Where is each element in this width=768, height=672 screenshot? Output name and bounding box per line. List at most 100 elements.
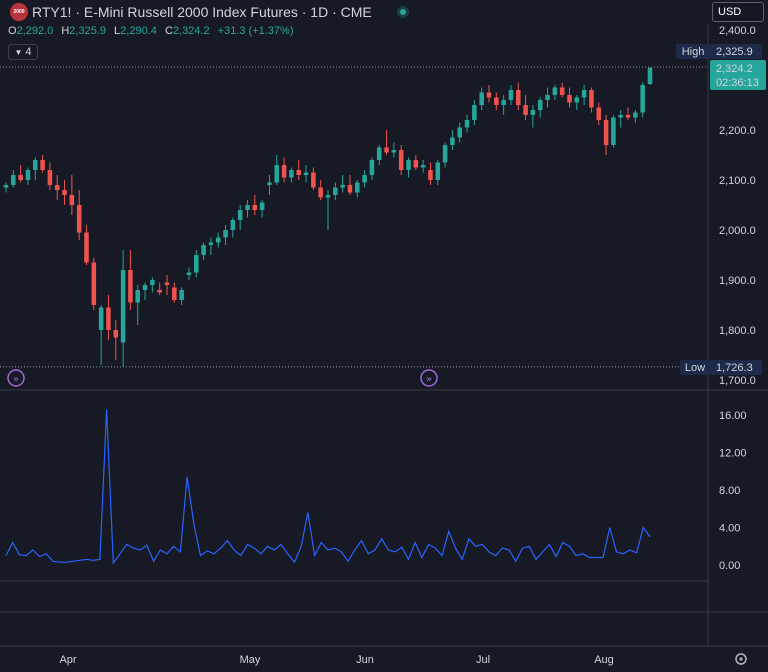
candle [25,167,31,185]
y-tick-label: 16.00 [719,410,747,422]
candle [347,175,353,195]
candle [223,225,228,245]
dividend-event-icon[interactable]: » [420,369,438,387]
candle [150,277,155,293]
y-tick-label: 12.00 [719,448,747,460]
y-tick-label: 2,400.0 [719,25,756,37]
candle [472,100,477,125]
candle [274,155,280,185]
last-price-label: 2,324.2 02:36:13 [710,60,766,90]
low-label: Low 1,726.3 [680,360,762,375]
dividend-event-icon[interactable]: » [7,369,25,387]
candle [516,82,521,110]
candle [3,182,9,193]
candle [596,102,602,125]
candle [76,190,82,240]
candle [552,85,558,100]
candle [494,92,499,110]
candle [464,115,470,133]
candle [618,110,623,128]
high-label: High 2,325.9 [676,44,762,59]
candle [355,180,360,198]
candle [574,95,580,110]
x-tick-label: Jul [476,654,490,666]
candle [311,167,316,190]
candle [391,142,397,158]
candle [201,242,206,260]
candle [325,190,331,230]
y-tick-label: 4.00 [719,523,740,535]
candle [413,155,419,170]
candle [179,287,184,305]
candle [479,87,484,110]
candle [54,175,60,200]
candle [113,320,119,360]
candle [567,87,572,108]
candle [135,285,140,325]
candle [340,175,345,193]
svg-text:»: » [426,374,432,385]
candle [62,180,67,205]
candle [120,250,126,367]
candle [18,165,23,183]
y-tick-label: 0.00 [719,560,740,572]
candle [625,107,631,120]
candle [208,237,214,255]
indicator-axis[interactable]: 16.00 12.00 8.00 4.00 0.00 [719,410,747,572]
candle [245,200,250,218]
candle [457,122,462,143]
candle [215,232,221,248]
candle [69,175,75,215]
low-tag: Low [685,362,705,374]
candle [318,180,323,200]
candle [296,160,301,180]
candle [428,162,433,185]
candle [406,157,411,178]
candle [640,82,645,118]
candle [537,97,543,118]
candle [252,195,258,215]
candle [289,167,294,183]
candle [128,250,133,310]
x-tick-label: Jun [356,654,374,666]
y-tick-label: 8.00 [719,485,740,497]
y-tick-label: 1,800.0 [719,325,756,337]
x-tick-label: Aug [594,654,614,666]
low-price-tag: 1,726.3 [716,362,753,374]
last-price: 2,324.2 [716,63,753,75]
candle [11,170,16,188]
candle [106,295,111,340]
candle [164,275,170,295]
time-axis[interactable]: Apr May Jun Jul Aug [59,654,613,666]
candle [559,82,565,98]
y-tick-label: 1,900.0 [719,275,756,287]
candle [581,85,587,105]
candle [589,87,594,113]
candle [40,155,45,173]
indicator-line [5,409,651,565]
candle [486,85,492,103]
candle [230,217,236,238]
candle [384,130,389,155]
candle [281,157,287,183]
candle [435,160,441,185]
gear-icon[interactable] [735,653,747,665]
candle [530,105,536,128]
y-tick-label: 2,200.0 [719,125,756,137]
candle [523,95,528,120]
y-tick-label: 1,700.0 [719,375,756,387]
chart-canvas[interactable]: 2,400.02,300.02,200.02,100.02,000.01,900… [0,0,768,672]
candle [420,160,426,173]
candle [545,87,550,108]
candle [142,282,148,300]
candle [84,225,89,265]
candle [442,142,448,168]
candle [501,95,506,115]
candle [611,115,616,148]
candle [33,157,38,180]
candle [362,170,367,188]
candle [194,250,199,278]
candle [267,175,272,195]
candle [186,267,192,280]
candle [450,130,455,150]
